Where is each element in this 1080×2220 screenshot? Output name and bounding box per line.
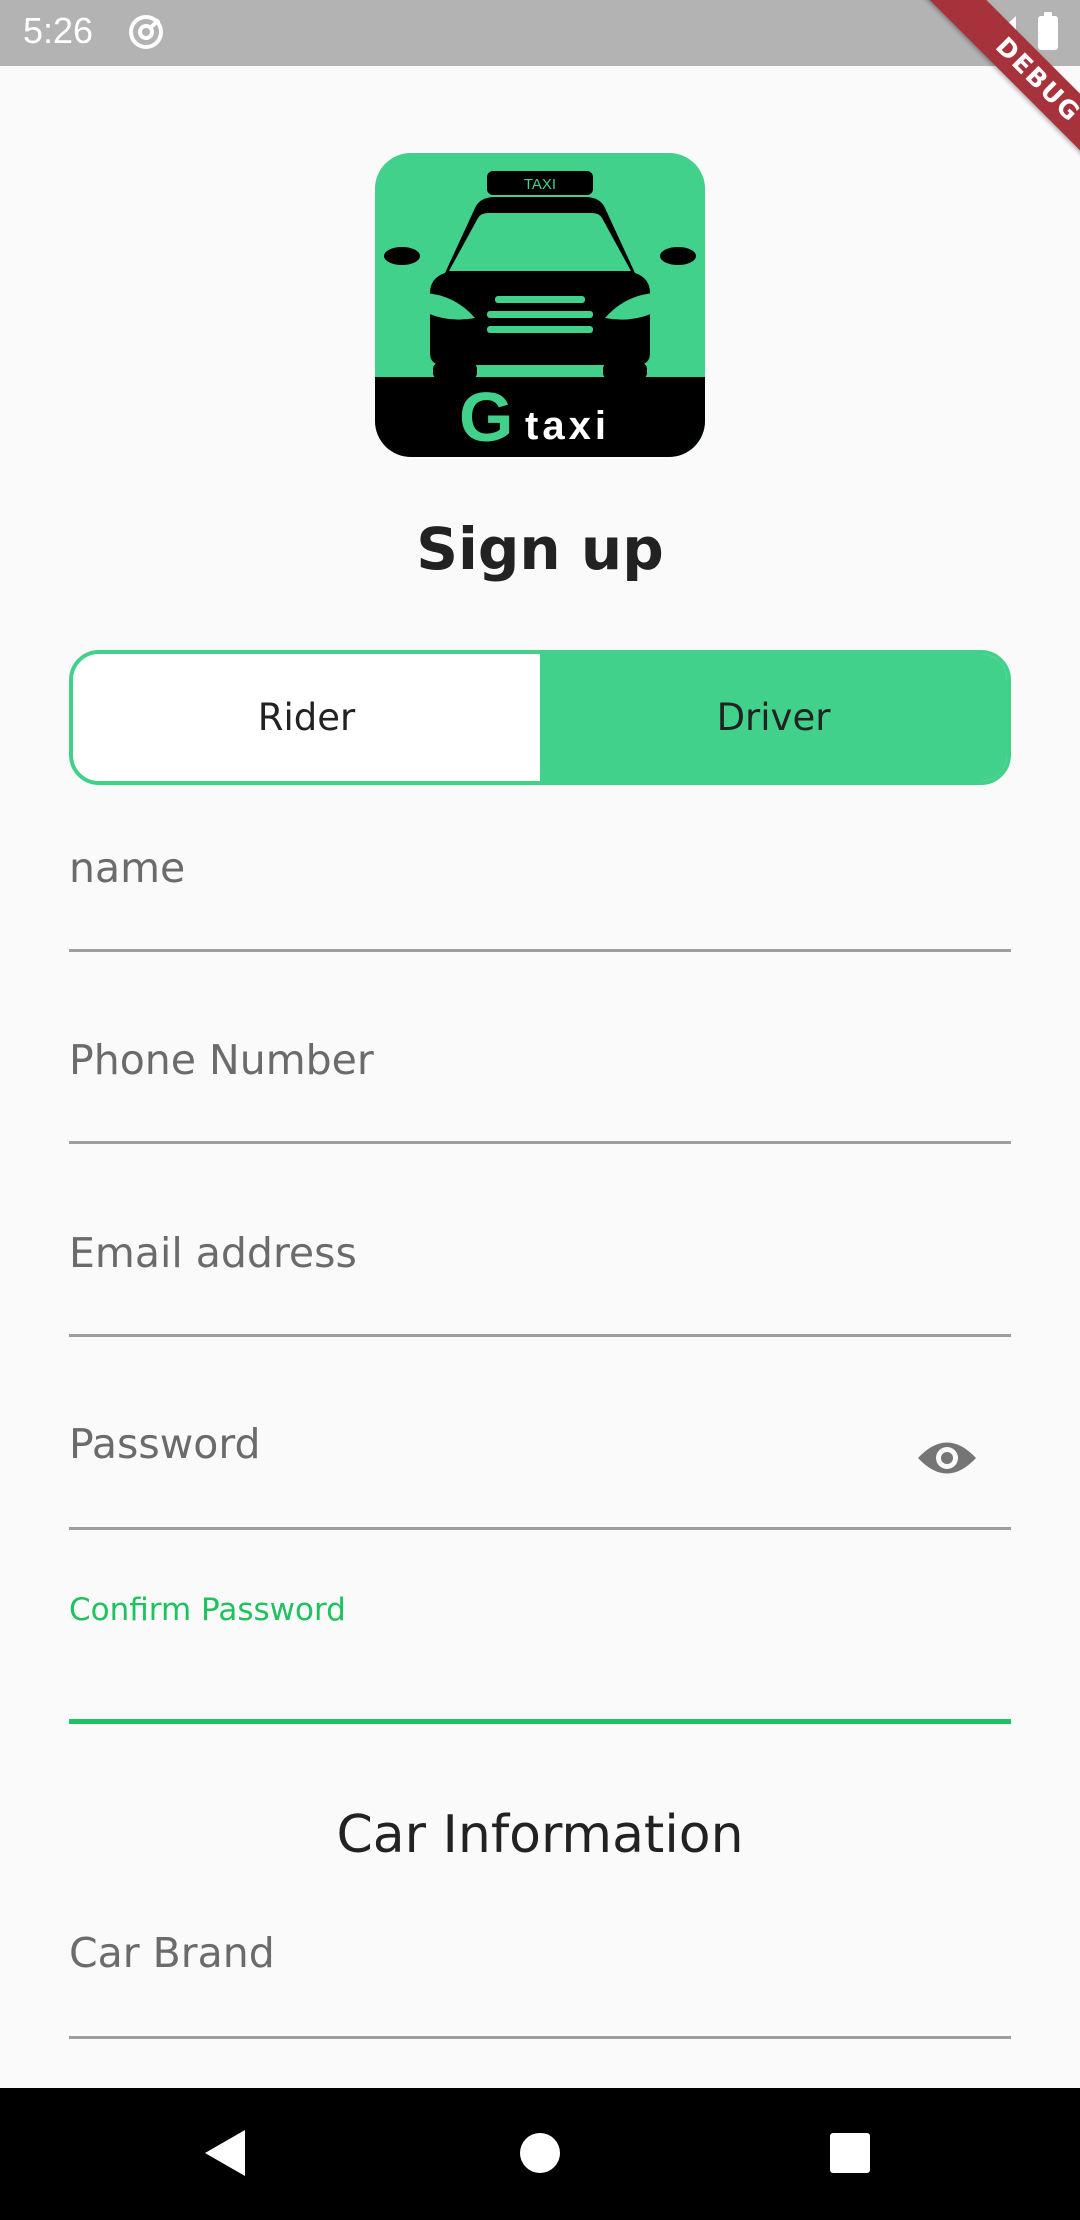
roof-sign-text: TAXI	[524, 176, 556, 193]
phone-label: Phone Number	[69, 1036, 374, 1084]
page-title: Sign up	[416, 515, 664, 583]
back-icon[interactable]	[203, 2128, 247, 2182]
navigation-bar	[0, 2088, 1080, 2220]
logo-brand-letter: G	[459, 378, 513, 456]
name-label: name	[69, 844, 186, 892]
car-brand-field[interactable]: Car Brand	[69, 1907, 1011, 2039]
recents-icon[interactable]	[829, 2132, 871, 2178]
role-rider-option[interactable]: Rider	[73, 654, 540, 781]
email-label: Email address	[69, 1229, 357, 1277]
status-bar: 5:26	[0, 0, 1080, 66]
role-driver-option[interactable]: Driver	[540, 654, 1007, 781]
confirm-password-label: Confirm Password	[69, 1592, 346, 1628]
email-field[interactable]: Email address	[69, 1207, 1011, 1337]
car-information-title: Car Information	[336, 1805, 744, 1865]
status-time: 5:26	[23, 10, 94, 51]
battery-icon	[1038, 12, 1058, 50]
sync-icon	[126, 12, 166, 56]
name-field[interactable]: name	[69, 822, 1011, 952]
eye-icon[interactable]	[916, 1437, 978, 1483]
password-field[interactable]: Password	[69, 1398, 1011, 1530]
logo-brand-word: taxi	[525, 404, 610, 448]
home-icon[interactable]	[519, 2132, 561, 2178]
car-brand-label: Car Brand	[69, 1929, 275, 1977]
confirm-password-field[interactable]: Confirm Password	[69, 1590, 1011, 1724]
password-label: Password	[69, 1420, 261, 1468]
role-toggle: Rider Driver	[69, 650, 1011, 785]
app-logo: TAXI G taxi	[375, 153, 705, 457]
phone-field[interactable]: Phone Number	[69, 1014, 1011, 1144]
